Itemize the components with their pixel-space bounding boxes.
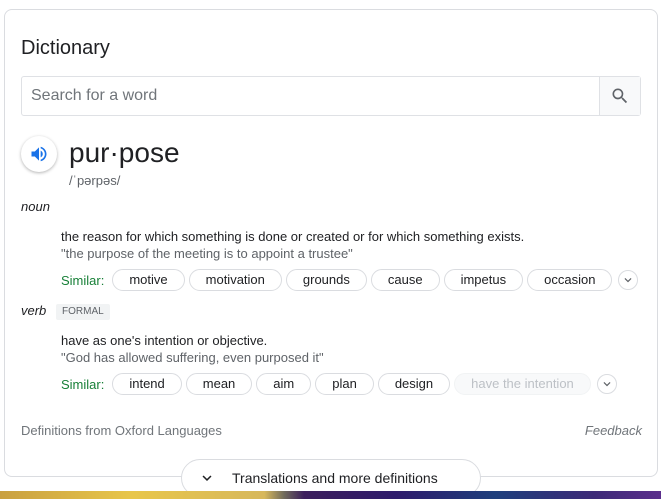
search-input[interactable] <box>22 77 599 115</box>
search-box <box>21 76 641 116</box>
similar-chip[interactable]: intend <box>112 373 182 395</box>
similar-chip[interactable]: motive <box>112 269 185 291</box>
similar-label: Similar: <box>61 272 105 288</box>
headword: pur·pose <box>69 137 180 168</box>
background-strip <box>0 491 661 499</box>
example-verb: "God has allowed suffering, even purpose… <box>61 350 324 365</box>
chevron-down-icon <box>603 382 611 387</box>
similar-chip[interactable]: grounds <box>285 269 367 291</box>
search-icon <box>612 88 628 104</box>
pronunciation-button[interactable] <box>21 136 57 172</box>
part-of-speech-noun: noun <box>21 199 50 214</box>
chevron-down-icon <box>624 278 632 283</box>
similar-chip[interactable]: motivation <box>188 269 282 291</box>
search-button[interactable] <box>599 77 640 115</box>
example-noun: "the purpose of the meeting is to appoin… <box>61 246 353 261</box>
more-similar-button[interactable] <box>596 374 617 394</box>
register-badge: FORMAL <box>56 304 110 320</box>
more-similar-button[interactable] <box>618 270 639 290</box>
similar-chip[interactable]: mean <box>185 373 253 395</box>
definition-noun: the reason for which something is done o… <box>61 229 525 244</box>
similar-chip[interactable]: cause <box>370 269 440 291</box>
speaker-icon <box>31 146 47 162</box>
source-attribution: Definitions from Oxford Languages <box>21 423 222 438</box>
similar-chip[interactable]: design <box>377 373 451 395</box>
feedback-link[interactable]: Feedback <box>585 423 642 438</box>
similar-row-verb: Similar: intend mean aim plan design hav… <box>61 373 617 395</box>
definition-verb: have as one's intention or objective. <box>61 333 268 348</box>
similar-chip[interactable]: aim <box>256 373 312 395</box>
phonetic: /ˈpərpəs/ <box>69 173 121 188</box>
similar-chip[interactable]: have the intention <box>454 373 591 395</box>
similar-chip[interactable]: impetus <box>443 269 524 291</box>
similar-row-noun: Similar: motive motivation grounds cause… <box>61 269 639 291</box>
panel-title: Dictionary <box>21 37 110 59</box>
similar-chip[interactable]: plan <box>315 373 374 395</box>
similar-chip[interactable]: occasion <box>527 269 613 291</box>
chevron-down-icon <box>198 469 216 487</box>
part-of-speech-verb: verb <box>21 303 47 318</box>
more-definitions-label: Translations and more definitions <box>232 470 438 486</box>
similar-label: Similar: <box>61 376 105 392</box>
